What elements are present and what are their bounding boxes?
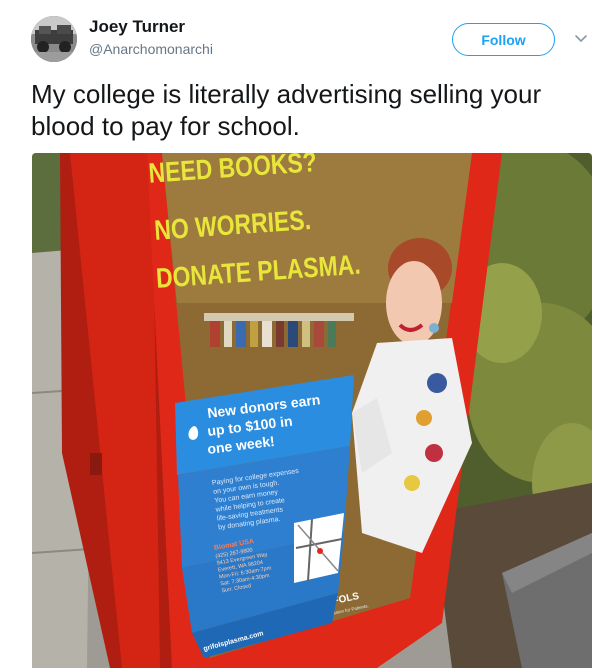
book <box>224 321 232 347</box>
jacket-patch <box>404 475 420 491</box>
avatar-image <box>31 16 77 62</box>
book <box>276 321 284 347</box>
location-map <box>294 513 344 583</box>
photo-canvas: NEED BOOKS? NO WORRIES. DONATE PLASMA. N… <box>32 153 592 668</box>
woman-earring <box>429 323 439 333</box>
book <box>328 321 336 347</box>
jacket-patch <box>416 410 432 426</box>
book <box>314 321 324 347</box>
bookshelf <box>204 313 354 321</box>
jacket-patch <box>427 373 447 393</box>
book <box>236 321 246 347</box>
tweet-header: Joey Turner @Anarchomonarchi Follow <box>0 0 615 70</box>
author-name[interactable]: Joey Turner <box>89 17 185 37</box>
tweet-text: My college is literally advertising sell… <box>31 79 542 141</box>
chevron-down-icon[interactable] <box>573 30 589 46</box>
book <box>250 321 258 347</box>
book <box>262 321 272 347</box>
book <box>288 321 298 347</box>
book <box>210 321 220 347</box>
follow-button[interactable]: Follow <box>452 23 555 56</box>
jacket-patch <box>425 444 443 462</box>
map-pin <box>317 548 323 554</box>
kiosk-hinge <box>90 453 102 475</box>
author-handle[interactable]: @Anarchomonarchi <box>89 41 213 57</box>
book <box>302 321 310 347</box>
tweet-photo[interactable]: NEED BOOKS? NO WORRIES. DONATE PLASMA. N… <box>32 153 592 668</box>
avatar[interactable] <box>31 16 77 62</box>
